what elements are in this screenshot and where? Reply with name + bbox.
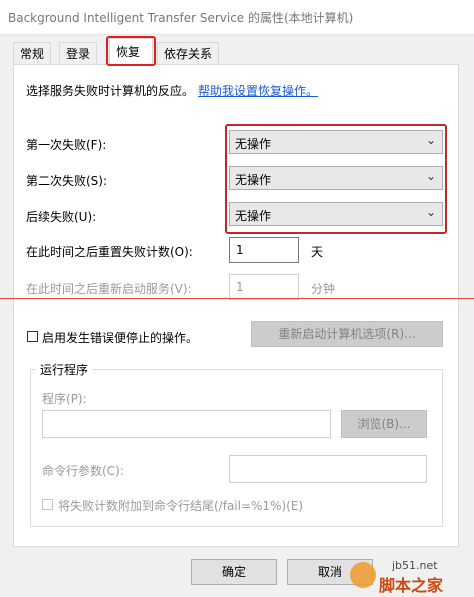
append-fail-checkbox[interactable] bbox=[42, 499, 53, 510]
title-bar: Background Intelligent Transfer Service … bbox=[0, 0, 474, 35]
restart-service-input[interactable]: 1 bbox=[229, 274, 299, 300]
reset-count-label: 在此时间之后重置失败计数(O): bbox=[26, 245, 193, 259]
first-failure-label: 第一次失败(F): bbox=[26, 138, 107, 152]
program-label: 程序(P): bbox=[42, 392, 87, 406]
description-text: 选择服务失败时计算机的反应。 bbox=[26, 84, 195, 98]
restart-service-label: 在此时间之后重新启动服务(V): bbox=[26, 282, 192, 296]
reset-count-input[interactable]: 1 bbox=[229, 237, 299, 263]
selects-highlight-box bbox=[225, 124, 447, 234]
append-fail-label: 将失败计数附加到命令行结尾(/fail=%1%)(E) bbox=[58, 499, 304, 513]
restart-service-unit: 分钟 bbox=[311, 282, 336, 296]
run-program-title: 运行程序 bbox=[36, 361, 93, 378]
browse-button[interactable]: 浏览(B)... bbox=[341, 410, 427, 438]
enable-actions-label: 启用发生错误便停止的操作。 bbox=[42, 331, 199, 345]
tab-highlight-box bbox=[106, 36, 156, 66]
help-link[interactable]: 帮助我设置恢复操作。 bbox=[198, 84, 318, 98]
subsequent-failure-label: 后续失败(U): bbox=[26, 210, 97, 224]
tab-general[interactable]: 常规 bbox=[13, 42, 52, 65]
tab-dependencies[interactable]: 依存关系 bbox=[157, 42, 220, 65]
window-title: Background Intelligent Transfer Service … bbox=[8, 11, 354, 25]
ok-button[interactable]: 确定 bbox=[191, 559, 277, 585]
cmd-params-label: 命令行参数(C): bbox=[42, 464, 124, 478]
program-input[interactable] bbox=[42, 410, 331, 438]
cmd-params-input[interactable] bbox=[229, 455, 427, 483]
watermark-brand: 脚本之家 bbox=[379, 576, 444, 595]
reset-count-unit: 天 bbox=[311, 245, 324, 259]
tab-logon[interactable]: 登录 bbox=[59, 42, 98, 65]
restart-options-button[interactable]: 重新启动计算机选项(R)... bbox=[251, 321, 443, 347]
recovery-description: 选择服务失败时计算机的反应。 帮助我设置恢复操作。 bbox=[26, 82, 318, 99]
watermark-logo-icon bbox=[350, 562, 376, 588]
second-failure-label: 第二次失败(S): bbox=[26, 174, 108, 188]
enable-actions-checkbox[interactable] bbox=[27, 331, 38, 342]
restart-service-value: 1 bbox=[236, 280, 244, 294]
annotation-line bbox=[0, 298, 474, 299]
watermark-site: jb51.net bbox=[392, 559, 438, 572]
reset-count-value: 1 bbox=[236, 243, 244, 257]
